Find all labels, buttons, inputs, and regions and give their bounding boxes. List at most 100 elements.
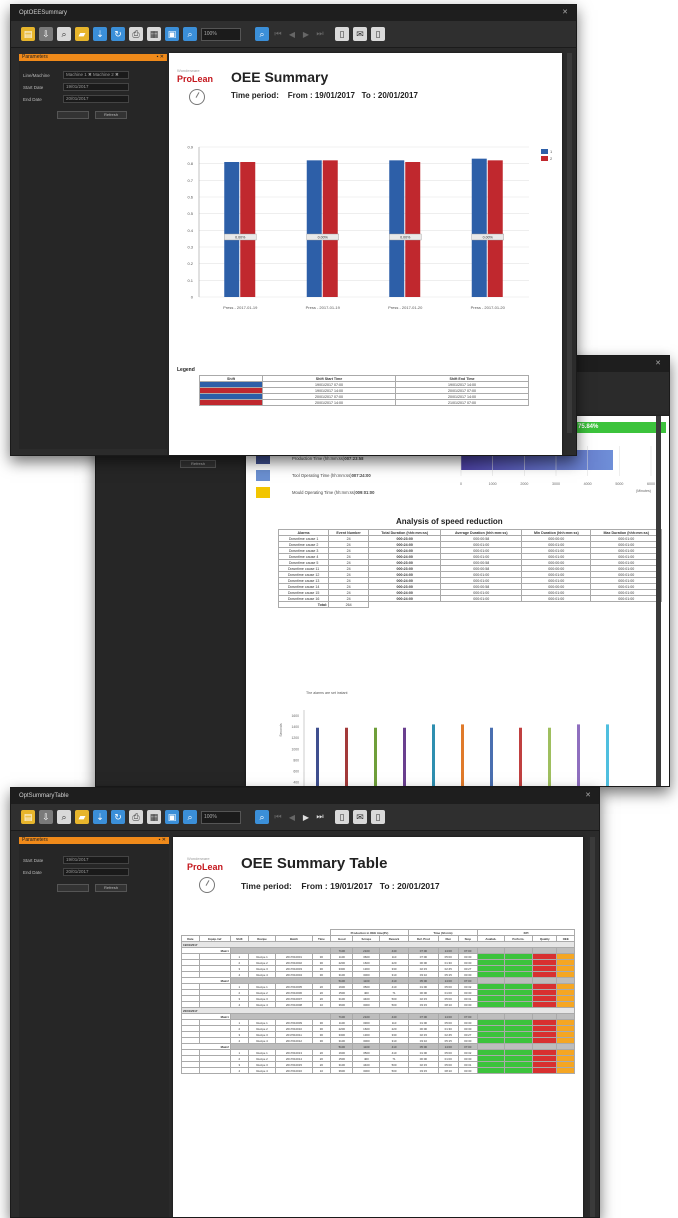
y-tick-label: 0.3 bbox=[187, 245, 193, 250]
y-tick-label: 0.5 bbox=[187, 211, 193, 216]
start-date-input[interactable]: 19/01/2017 bbox=[63, 856, 129, 864]
refresh-icon[interactable]: ↻ bbox=[111, 27, 125, 41]
document-icon[interactable]: ▯ bbox=[335, 27, 349, 41]
table-cell: 000:01:00 bbox=[590, 595, 662, 602]
find-icon[interactable]: ⌕ bbox=[57, 27, 71, 41]
window-title: OptSummaryTable bbox=[19, 793, 69, 799]
speed-table-title: Analysis of speed reduction bbox=[396, 517, 503, 526]
page-setup-icon[interactable]: ▦ bbox=[147, 27, 161, 41]
table-row: 20/01/2017 14:00 21/01/2017 07:00 bbox=[199, 399, 529, 406]
print-icon[interactable]: ⎙ bbox=[129, 27, 143, 41]
y-tick-label: 0.1 bbox=[187, 278, 193, 283]
time-legend-item: Tool Operating Time (hh:mm:ss) 007:24:00 bbox=[256, 467, 374, 484]
page-setup-icon[interactable]: ▦ bbox=[147, 810, 161, 824]
page-icon[interactable]: ▯ bbox=[371, 27, 385, 41]
zoom-select[interactable]: 100% bbox=[201, 27, 241, 41]
y-tick-label: 0.2 bbox=[187, 261, 193, 266]
search-icon[interactable]: ⌕ bbox=[255, 27, 269, 41]
kpi-performance bbox=[503, 1067, 534, 1074]
shift-end: 21/01/2017 07:00 bbox=[395, 399, 529, 406]
table-row: 4 Recipe 4 2017010016 10 3600 3000 500 03:15 08:… bbox=[181, 1067, 575, 1074]
table-cell: 000:01:00 bbox=[440, 595, 523, 602]
prolean-logo: Wonderware ProLean bbox=[187, 856, 224, 872]
next-page-icon[interactable]: ▶ bbox=[301, 813, 311, 822]
layout-icon[interactable]: ▣ bbox=[165, 27, 179, 41]
next-page-icon[interactable]: ▶ bbox=[301, 30, 311, 39]
bar-2 bbox=[322, 160, 338, 297]
refresh-button[interactable]: Refresh bbox=[95, 884, 127, 892]
mail-icon[interactable]: ✉ bbox=[353, 810, 367, 824]
save-icon[interactable]: ▤ bbox=[21, 27, 35, 41]
first-page-icon[interactable]: ⏮ bbox=[273, 29, 283, 39]
document-icon[interactable]: ▯ bbox=[335, 810, 349, 824]
y-tick-label: 0.7 bbox=[187, 178, 193, 183]
clear-button[interactable] bbox=[57, 884, 89, 892]
alarm-bar bbox=[432, 724, 435, 786]
download-icon[interactable]: ⇣ bbox=[93, 810, 107, 824]
x-tick-label: Press - 2017-01-19 bbox=[223, 305, 258, 310]
first-page-icon[interactable]: ⏮ bbox=[273, 812, 283, 822]
print-icon[interactable]: ⎙ bbox=[129, 810, 143, 824]
search-icon[interactable]: ⌕ bbox=[255, 810, 269, 824]
start-date-input[interactable]: 19/01/2017 bbox=[63, 83, 129, 91]
last-page-icon[interactable]: ⏭ bbox=[315, 812, 325, 822]
prev-page-icon[interactable]: ◀ bbox=[287, 813, 297, 822]
close-icon[interactable]: ✕ bbox=[585, 788, 591, 804]
export-icon[interactable]: ⇩ bbox=[39, 810, 53, 824]
window-titlebar: OptOEESummary ✕ bbox=[11, 5, 576, 21]
table-cell bbox=[198, 1067, 231, 1074]
parameters-panel: Parameters ▪ ✕ Start Date 19/01/2017 End D… bbox=[19, 837, 169, 1217]
legend-label: 2 bbox=[550, 156, 553, 161]
alarm-bar bbox=[374, 727, 377, 786]
scrollbar[interactable] bbox=[567, 53, 572, 433]
gauge-icon bbox=[189, 89, 205, 105]
clear-button[interactable] bbox=[57, 111, 89, 119]
pin-icon[interactable]: ▪ ✕ bbox=[159, 837, 166, 844]
alarm-bar bbox=[606, 724, 609, 786]
find-icon[interactable]: ⌕ bbox=[57, 810, 71, 824]
zoom-icon[interactable]: ⌕ bbox=[183, 810, 197, 824]
speed-report-page: 75.84% Production Time (hh:mm:ss) 007:23… bbox=[246, 416, 669, 786]
prev-page-icon[interactable]: ◀ bbox=[287, 30, 297, 39]
y-tick-label: 1600 bbox=[291, 714, 299, 718]
machine-select[interactable]: Machine 1 ✖ Machine 2 ✖ bbox=[63, 71, 129, 79]
close-icon[interactable]: ✕ bbox=[562, 5, 568, 21]
y-tick-label: 0.4 bbox=[187, 228, 193, 233]
refresh-button[interactable]: Refresh bbox=[95, 111, 127, 119]
table-cell: 03:15 bbox=[407, 1067, 440, 1074]
close-icon[interactable]: ✕ bbox=[655, 356, 661, 372]
export-icon[interactable]: ⇩ bbox=[39, 27, 53, 41]
legend-label: 1 bbox=[550, 149, 553, 154]
bar-1 bbox=[224, 162, 240, 297]
download-icon[interactable]: ⇣ bbox=[93, 27, 107, 41]
table-cell: 000:01:00 bbox=[521, 595, 592, 602]
x-tick-label: 0 bbox=[460, 482, 462, 486]
scrollbar[interactable] bbox=[590, 837, 595, 1217]
filter-row: Line/Machine Machine 1 ✖ Machine 2 ✖ bbox=[19, 69, 167, 81]
pin-icon[interactable]: ▪ ✕ bbox=[157, 54, 164, 61]
open-folder-icon[interactable]: ▰ bbox=[75, 27, 89, 41]
save-icon[interactable]: ▤ bbox=[21, 810, 35, 824]
zoom-select[interactable]: 100% bbox=[201, 810, 241, 824]
oee-summary-page: Wonderware ProLean OEE Summary Time perio… bbox=[169, 53, 562, 455]
layout-icon[interactable]: ▣ bbox=[165, 810, 179, 824]
zoom-icon[interactable]: ⌕ bbox=[183, 27, 197, 41]
scrollbar[interactable] bbox=[656, 416, 661, 786]
alarm-bar-chart: 1600 1400 1200 1000 800 600 400 Seconds bbox=[279, 710, 609, 786]
filter-row: Start Date 19/01/2017 bbox=[19, 854, 169, 866]
table-cell: 3000 bbox=[352, 1067, 381, 1074]
data-label: 0.00% bbox=[318, 236, 329, 240]
end-date-input[interactable]: 20/01/2017 bbox=[63, 868, 129, 876]
end-date-input[interactable]: 20/01/2017 bbox=[63, 95, 129, 103]
filter-row: Start Date 19/01/2017 bbox=[19, 81, 167, 93]
page-icon[interactable]: ▯ bbox=[371, 810, 385, 824]
panel-buttons: Refresh bbox=[19, 105, 167, 119]
open-folder-icon[interactable]: ▰ bbox=[75, 810, 89, 824]
mail-icon[interactable]: ✉ bbox=[353, 27, 367, 41]
x-tick-label: 3000 bbox=[552, 482, 560, 486]
last-page-icon[interactable]: ⏭ bbox=[315, 29, 325, 39]
refresh-button[interactable]: Refresh bbox=[180, 460, 216, 468]
window-titlebar: OptSummaryTable ✕ bbox=[11, 788, 599, 804]
refresh-icon[interactable]: ↻ bbox=[111, 810, 125, 824]
shift-legend-table: Shift Shift Start Time Shift End Time 19/01… bbox=[199, 375, 529, 406]
